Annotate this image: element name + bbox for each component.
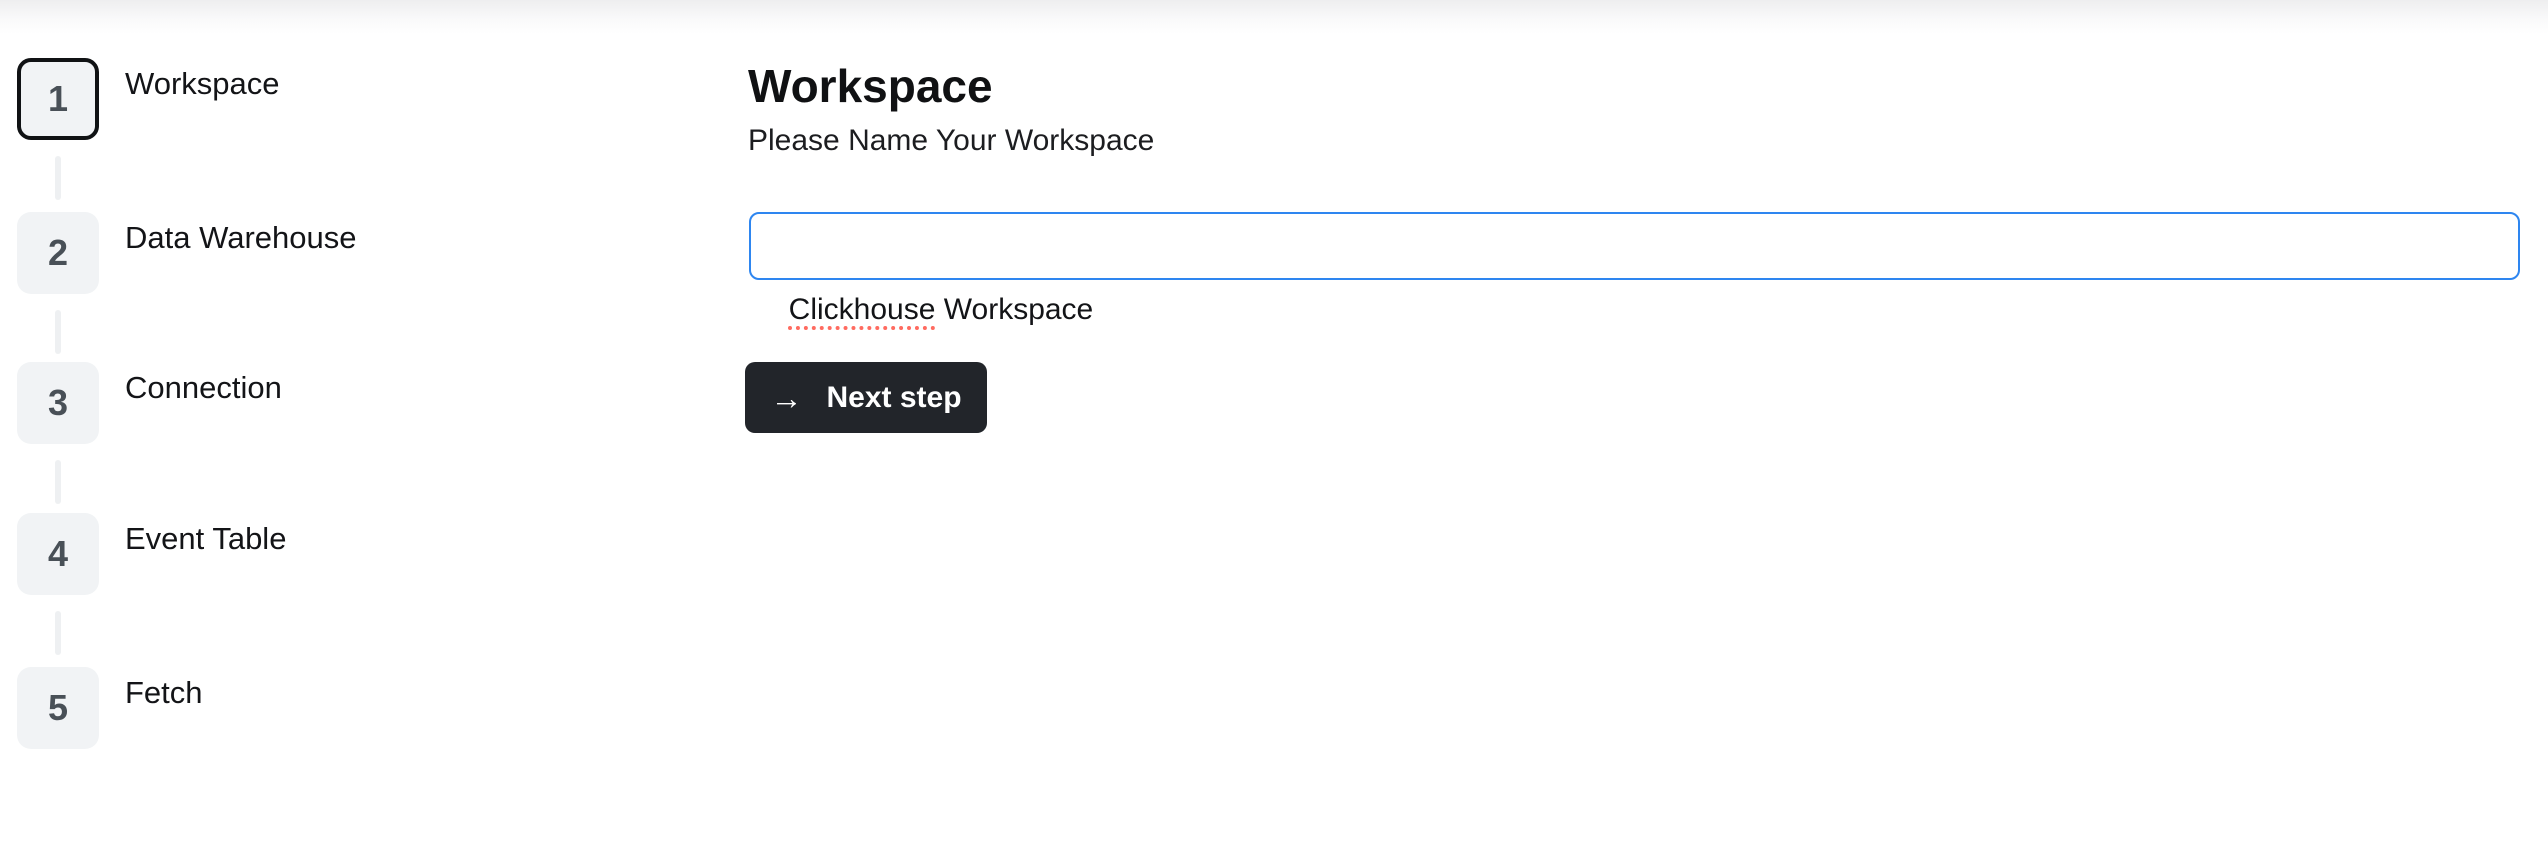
step-connector [55,460,61,504]
top-header-shadow [0,0,2548,34]
stepper-step-connection[interactable]: 3 Connection [17,362,282,444]
stepper-step-data-warehouse[interactable]: 2 Data Warehouse [17,212,356,294]
step-label: Fetch [125,675,203,710]
step-label: Connection [125,370,282,405]
workspace-name-input[interactable]: Clickhouse Workspace [749,212,2520,326]
step-number-badge: 5 [17,667,99,749]
step-label: Data Warehouse [125,220,357,255]
step-connector [55,156,61,200]
arrow-right-icon: → [770,379,803,416]
step-number: 1 [47,78,69,119]
next-step-button-label: Next step [826,380,962,414]
step-label: Workspace [125,66,280,101]
step-number: 2 [47,232,69,273]
step-connector [55,310,61,354]
stepper-step-workspace[interactable]: 1 Workspace [17,58,280,140]
input-value-misspelled-segment: Clickhouse [788,293,936,326]
step-number-badge: 1 [17,58,99,140]
step-number-badge: 4 [17,513,99,595]
step-number: 4 [47,533,69,574]
step-number-badge: 3 [17,362,99,444]
stepper-step-fetch[interactable]: 5 Fetch [17,667,203,749]
setup-stepper: 1 Workspace 2 Data Warehouse 3 Connectio… [17,58,717,758]
step-label: Event Table [125,521,287,556]
step-number-badge: 2 [17,212,99,294]
step-connector [55,611,61,655]
page-title: Workspace [748,60,993,112]
stepper-step-event-table[interactable]: 4 Event Table [17,513,286,595]
step-number: 5 [47,687,69,728]
next-step-button[interactable]: → Next step [745,362,987,433]
input-value-rest-segment: Workspace [935,293,1094,326]
page-subtitle: Please Name Your Workspace [748,124,1155,157]
step-number: 3 [47,382,69,423]
